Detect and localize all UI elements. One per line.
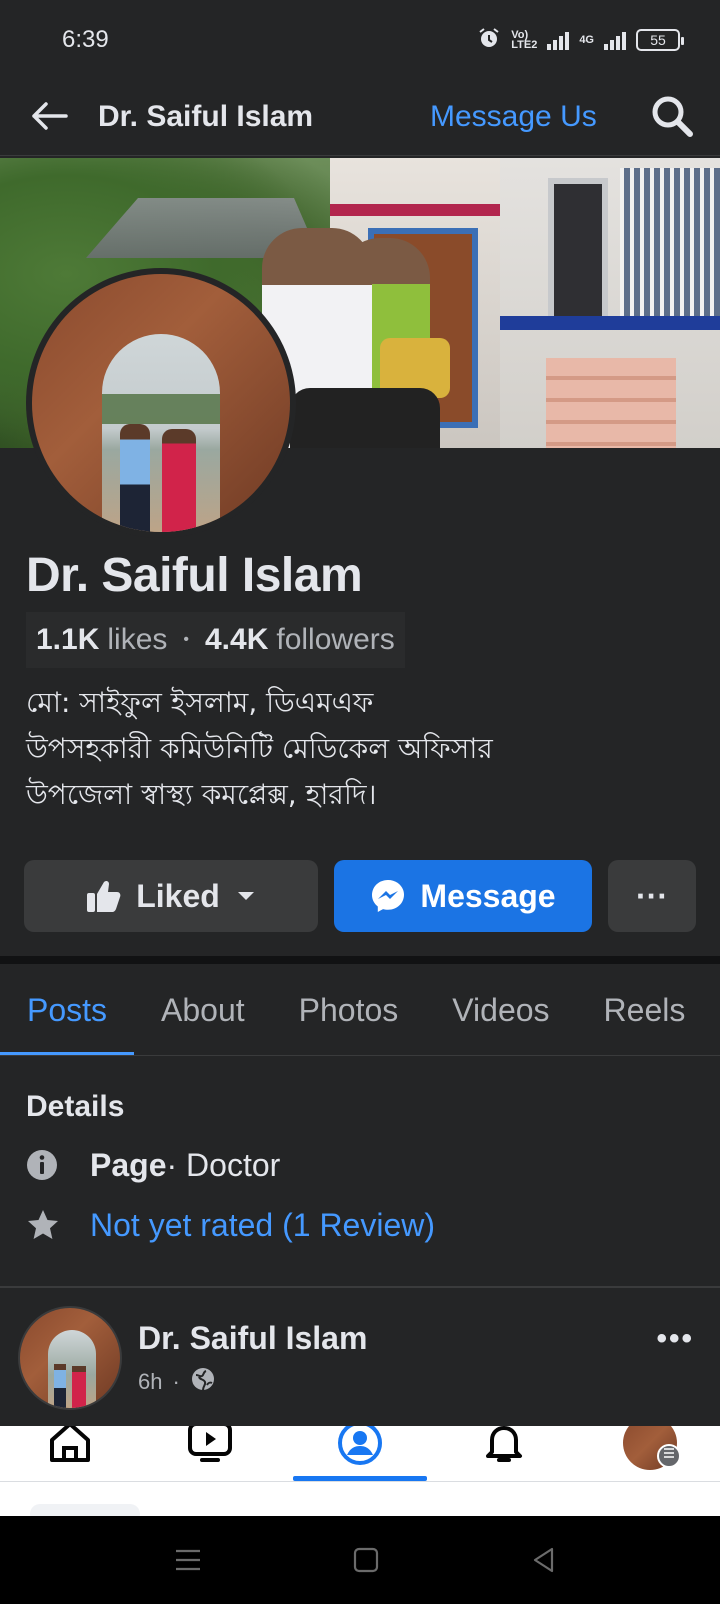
post-author-name[interactable]: Dr. Saiful Islam	[138, 1320, 367, 1357]
nav-menu[interactable]	[580, 1426, 720, 1481]
cover-door-2	[548, 178, 608, 328]
bio-line: উপসহকারী কমিউনিটি মেডিকেল অফিসার	[26, 732, 493, 765]
profile-picture-image	[32, 274, 290, 532]
post-more-button[interactable]: •••	[656, 1322, 694, 1356]
search-icon	[652, 96, 693, 137]
followers-count: 4.4K	[205, 623, 269, 656]
profile-trees	[102, 394, 220, 424]
post-time: 6h	[138, 1369, 163, 1394]
status-time: 6:39	[62, 26, 109, 53]
profile-stats[interactable]: 1.1K likes • 4.4K followers	[26, 612, 405, 668]
profile-name: Dr. Saiful Islam	[26, 549, 363, 602]
followers-label: followers	[276, 623, 395, 656]
recent-apps-icon	[176, 1549, 200, 1571]
menu-avatar	[623, 1426, 681, 1470]
message-label: Message	[420, 877, 556, 914]
search-button[interactable]	[644, 88, 700, 144]
avatar-person-woman	[72, 1366, 86, 1408]
liked-label: Liked	[136, 877, 220, 914]
post-meta: 6h ·	[138, 1366, 216, 1398]
network-type-label: 4G	[579, 33, 594, 46]
nav-notifications[interactable]	[434, 1426, 574, 1481]
profile-icon	[338, 1426, 382, 1465]
message-button[interactable]: Message	[334, 860, 592, 932]
profile-bio: মো: সাইফুল ইসলাম, ডিএমএফ উপসহকারী কমিউনি…	[26, 680, 686, 818]
signal-icon	[547, 30, 570, 50]
details-divider	[0, 1286, 720, 1288]
avatar-person-man	[54, 1364, 66, 1408]
details-heading: Details	[26, 1090, 125, 1123]
signal-icon-2	[604, 30, 626, 50]
more-label: ···	[636, 877, 668, 914]
section-divider	[0, 956, 720, 964]
globe-icon	[190, 1366, 216, 1398]
cover-window-grill	[620, 168, 720, 318]
cover-motorbike	[290, 388, 440, 448]
bio-line: উপজেলা স্বাস্থ্য কমপ্লেক্স, হারদি।	[26, 778, 377, 811]
post-author-avatar[interactable]	[18, 1306, 122, 1410]
recent-apps-button[interactable]	[168, 1540, 208, 1580]
status-icons: Vo) LTE2 4G 55	[477, 26, 684, 53]
nav-profile[interactable]	[290, 1426, 430, 1481]
cover-steps	[546, 358, 676, 448]
message-us-link[interactable]: Message Us	[430, 92, 597, 142]
star-icon	[26, 1208, 90, 1242]
stats-separator: •	[183, 631, 189, 648]
thumbs-up-icon	[86, 879, 122, 913]
back-triangle-icon	[533, 1547, 554, 1573]
more-options-button[interactable]: ···	[608, 860, 696, 932]
tab-about[interactable]: About	[134, 964, 272, 1055]
system-nav-bar	[0, 1516, 720, 1604]
liked-button[interactable]: Liked	[24, 860, 318, 932]
chevron-down-icon	[236, 890, 256, 902]
bottom-nav	[0, 1426, 720, 1482]
action-buttons: Liked Message ···	[24, 860, 696, 932]
app-bar: Dr. Saiful Islam Message Us	[0, 82, 720, 156]
tab-photos[interactable]: Photos	[272, 964, 426, 1055]
home-icon	[50, 1426, 90, 1462]
volte-icon: Vo) LTE2	[511, 28, 538, 51]
home-square-icon	[353, 1547, 379, 1573]
meta-separator: ·	[172, 1369, 180, 1394]
status-bar: 6:39 Vo) LTE2 4G 55	[0, 0, 720, 82]
alarm-icon	[477, 26, 501, 53]
system-home-button[interactable]	[346, 1540, 386, 1580]
detail-page-category: Page · Doctor	[26, 1140, 280, 1190]
likes-count: 1.1K	[36, 623, 100, 656]
nav-home[interactable]	[0, 1426, 140, 1481]
profile-tabs: Posts About Photos Videos Reels	[0, 964, 720, 1056]
bell-icon	[486, 1426, 522, 1462]
bottom-sheet-strip	[0, 1482, 720, 1524]
messenger-icon	[370, 878, 406, 914]
video-icon	[188, 1426, 232, 1462]
bio-line: মো: সাইফুল ইসলাম, ডিএমএফ	[26, 686, 374, 719]
profile-person-woman	[162, 429, 196, 532]
battery-icon: 55	[636, 28, 684, 51]
profile-picture[interactable]	[26, 268, 296, 538]
profile-person-man	[120, 424, 150, 532]
rating-link[interactable]: Not yet rated (1 Review)	[90, 1207, 435, 1244]
detail-rating: Not yet rated (1 Review)	[26, 1200, 435, 1250]
tab-reels[interactable]: Reels	[577, 964, 713, 1055]
arrow-left-icon	[32, 102, 68, 130]
info-icon	[26, 1149, 90, 1181]
tab-videos[interactable]: Videos	[425, 964, 576, 1055]
tab-posts[interactable]: Posts	[0, 964, 135, 1055]
page-type-label: Page	[90, 1146, 167, 1183]
menu-hamburger-icon	[657, 1444, 681, 1468]
nav-active-indicator	[293, 1476, 427, 1481]
cover-wall-band	[330, 204, 510, 216]
likes-label: likes	[107, 623, 168, 656]
nav-video[interactable]	[140, 1426, 280, 1481]
page-category: · Doctor	[166, 1146, 281, 1183]
back-button[interactable]	[26, 94, 70, 138]
battery-level: 55	[650, 31, 666, 48]
system-back-button[interactable]	[524, 1540, 564, 1580]
cover-tile-trim	[500, 316, 720, 330]
page-title: Dr. Saiful Islam	[98, 100, 314, 133]
